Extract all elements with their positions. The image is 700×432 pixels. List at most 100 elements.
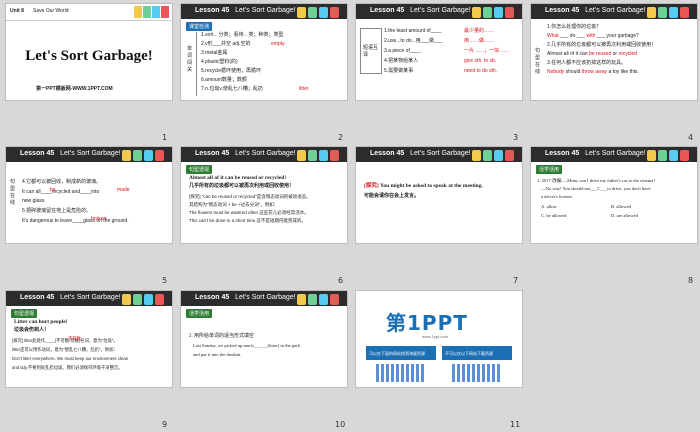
lesson-subtitle: Let’s Sort Garbage!	[235, 7, 296, 14]
question-line-3: and put it into the dustbin.	[193, 352, 242, 357]
slide-thumbnail-9[interactable]: Lesson 45 Let’s Sort Garbage! 句型透视 Litte…	[6, 291, 172, 387]
example-sentence-cn: 可能会请你在会上发言。	[364, 193, 420, 199]
slide-header: Lesson 45 Let’s Sort Garbage!	[6, 291, 172, 306]
slide-thumbnail-1[interactable]: Unit 8 Save Our World Let's Sort Garbage…	[6, 4, 172, 100]
option-d[interactable]: D. are allowed	[611, 212, 638, 219]
slide-thumbnail-4[interactable]: Lesson 45 Let’s Sort Garbage! 句型在线 1.你怎么…	[531, 4, 697, 100]
slide-thumbnail-2[interactable]: Lesson 45 Let’s Sort Garbage! 课堂检测 单词闯关 …	[181, 4, 347, 100]
header-decoration	[647, 148, 693, 161]
section-tag: 句型透视	[186, 165, 213, 174]
note-line-3: Don't litter everywhere. We must keep ou…	[12, 356, 129, 361]
slide-thumbnail-8[interactable]: Lesson 45 Let’s Sort Garbage! 活学活用 1. 20…	[531, 147, 697, 243]
slide-number: 9	[162, 420, 168, 429]
sentence-prompt-5: 5.把碎玻璃留在地上是危险的。	[22, 208, 92, 214]
lesson-subtitle: Let’s Sort Garbage!	[60, 150, 121, 157]
option-a[interactable]: A. allow	[541, 203, 557, 210]
key-sentence-cn: 垃圾会伤到人！	[14, 327, 50, 333]
vocab-item-4: 4.plastic塑料(的)	[201, 59, 238, 65]
slide-number: 2	[338, 133, 344, 142]
sentence-answer-2: Almost all of it can be reused or recycl…	[547, 51, 638, 57]
header-decoration	[472, 5, 518, 18]
resource-box-allowed: 可以在下面的网站找到海量资源	[366, 346, 436, 360]
vocab-item-6: 6.amount数量；数额	[201, 77, 247, 83]
slide-thumbnail-11[interactable]: 第1PPT www.1ppt.com 可以在下面的网站找到海量资源 不可以在以下…	[356, 291, 522, 387]
slide-header: Lesson 45 Let’s Sort Garbage!	[531, 4, 697, 19]
header-decoration	[122, 148, 168, 161]
note-line-1: [探究] "can be reused or recycled"是含情态动词的被…	[189, 194, 311, 199]
side-label: 单词闯关	[187, 46, 193, 73]
vocab-item-2: 2.v形___并空 adj.空的	[201, 41, 251, 47]
side-label: 句型在线	[535, 48, 541, 75]
slide-number: 4	[688, 133, 694, 142]
phrase-answer-3: 一片……；一块……	[464, 48, 510, 54]
phrase-answer-2: 用……做……	[464, 38, 495, 44]
note-line-4: This can't be done in a short time.这不是短期…	[189, 218, 306, 223]
phrase-answer-4: give sth. to sb.	[464, 58, 497, 64]
slide-thumbnail-6[interactable]: Lesson 45 Let’s Sort Garbage! 句型透视 Almos…	[181, 147, 347, 243]
section-tag: 活学活用	[536, 165, 563, 174]
lesson-subtitle: Let’s Sort Garbage!	[410, 150, 471, 157]
answer-broken: broken	[91, 216, 107, 222]
slide-number: 6	[338, 276, 344, 285]
header-decoration	[297, 148, 343, 161]
slide-thumbnail-10[interactable]: Lesson 45 Let’s Sort Garbage! 活学活用 2. 用所…	[181, 291, 347, 387]
question-line-3: a driver's license.	[541, 194, 573, 199]
phrase-item-2: 2.use...to do...用___做___	[384, 38, 443, 44]
slide-header: Lesson 45 Let’s Sort Garbage!	[356, 4, 522, 19]
phrase-answer-5: need to do sth.	[464, 68, 498, 74]
side-label: 短语互译	[363, 45, 379, 58]
answer-be: be	[50, 187, 56, 193]
header-decoration	[472, 148, 518, 161]
slide-number: 3	[513, 133, 519, 142]
question-line-1: 1. 2017·改编 —Mum, can I drive my father's…	[537, 178, 656, 183]
lesson-subtitle: Let’s Sort Garbage!	[60, 294, 121, 301]
side-label-box: 单词闯关	[186, 32, 197, 96]
slide-number: 1	[162, 133, 168, 142]
section-tag: 活学活用	[186, 309, 213, 318]
side-label-box: 句型在线	[535, 28, 543, 92]
sentence-answer-3: Nobody should throw away a toy like this…	[547, 69, 639, 75]
header-decoration	[122, 292, 168, 305]
key-sentence: Litter can hurt people!	[14, 319, 68, 325]
note-line-1: [探究] litter此处作____(不可数/可数)名词，意为"垃圾"。	[12, 338, 118, 343]
question-line-2: Last Sunday, we picked up much______(lit…	[193, 343, 300, 348]
side-label-box: 句型在线	[10, 175, 18, 215]
lesson-label: Lesson 45	[545, 150, 580, 157]
sentence-fill-4: It can all____recycled and____into	[22, 189, 100, 195]
slide-header: Lesson 45 Let’s Sort Garbage!	[356, 147, 522, 162]
lesson-subtitle: Let’s Sort Garbage!	[235, 150, 296, 157]
question-line-1: 2. 用所给单词的适当形式填空	[189, 334, 255, 339]
header-decoration	[647, 5, 693, 18]
slide-footer: 第一PPT模板网-WWW.1PPT.COM	[36, 86, 113, 92]
slide-thumbnail-5[interactable]: Lesson 45 Let’s Sort Garbage! 句型在线 4.它都可…	[6, 147, 172, 243]
sentence-prompt-2: 2.几乎所有的垃圾都可以被再次利用或回收使用！	[547, 42, 657, 48]
sentence-prompt-4: 4.它都可以被回收，制成新的玻璃。	[22, 179, 102, 185]
vocab-fill-2: litter	[299, 86, 309, 92]
vocab-item-1: 1.sort←分类；看待←类；种类；类型	[201, 32, 284, 38]
lesson-label: Lesson 45	[370, 7, 405, 14]
option-c[interactable]: C. be allowed	[541, 212, 566, 219]
option-b[interactable]: B. allowed	[611, 203, 631, 210]
example-sentence: [探究] You might be asked to speak at the …	[364, 183, 483, 189]
slide-header: Lesson 45 Let’s Sort Garbage!	[181, 147, 347, 162]
key-sentence: Almost all of it can be reused or recycl…	[189, 175, 287, 181]
slide-thumbnail-3[interactable]: Lesson 45 Let’s Sort Garbage! 短语互译 1.the…	[356, 4, 522, 100]
side-label-box: 短语互译	[360, 28, 382, 74]
lesson-label: Lesson 45	[370, 150, 405, 157]
note-line-2: 其结构为"情态动词 + be +过去分词"，例如：	[189, 202, 279, 207]
link-list-right	[452, 364, 502, 382]
sentence-fill-5: It's dangerous to leave____glass on the …	[22, 218, 129, 224]
section-tag: 课堂检测	[186, 22, 213, 31]
slide-header: Unit 8 Save Our World	[6, 4, 172, 21]
question-line-2: —No way! You should not___C___to drive, …	[541, 186, 651, 191]
slide-thumbnail-7[interactable]: Lesson 45 Let’s Sort Garbage! [探究] You m…	[356, 147, 522, 243]
answer-made: made	[117, 187, 130, 193]
lesson-subtitle: Let’s Sort Garbage!	[235, 294, 296, 301]
lesson-subtitle: Let’s Sort Garbage!	[410, 7, 471, 14]
slide-number: 7	[513, 276, 519, 285]
lesson-label: Lesson 45	[195, 7, 230, 14]
phrase-item-5: 5.需要做某事	[384, 68, 414, 74]
slide-number: 8	[688, 276, 694, 285]
slide-number: 11	[510, 420, 521, 429]
header-decoration	[134, 5, 169, 23]
